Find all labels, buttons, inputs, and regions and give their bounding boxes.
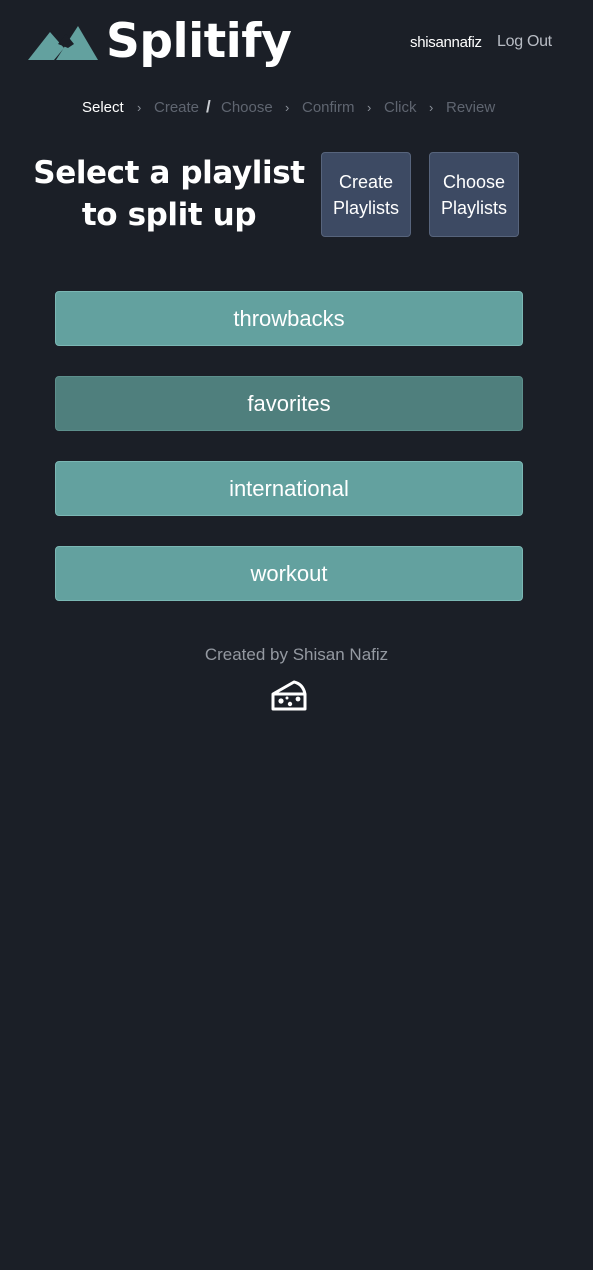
playlist-button-international[interactable]: international <box>55 461 523 516</box>
mountain-logo-icon <box>28 26 98 60</box>
slash-separator: / <box>206 97 211 116</box>
footer-credit: Created by Shisan Nafiz <box>204 645 389 664</box>
playlist-button-favorites[interactable]: favorites <box>55 376 523 431</box>
brand-title: Splitify <box>106 14 292 69</box>
chevron-right-icon: › <box>429 100 434 115</box>
create-playlists-button[interactable]: Create Playlists <box>321 152 411 237</box>
username: shisannafiz <box>410 34 482 51</box>
step-create: Create <box>154 99 200 116</box>
title-line-2: to split up <box>81 197 257 233</box>
title-line-1: Select a playlist <box>33 155 305 191</box>
step-click: Click <box>384 99 417 116</box>
step-select: Select <box>82 99 124 116</box>
steps-breadcrumb: Select › Create / Choose › Confirm › Cli… <box>0 97 593 118</box>
playlist-button-workout[interactable]: workout <box>55 546 523 601</box>
header: Splitify shisannafiz Log Out <box>0 0 593 90</box>
chevron-right-icon: › <box>367 100 372 115</box>
step-confirm: Confirm <box>302 99 355 116</box>
create-button-line-1: Create <box>338 171 393 192</box>
playlist-list: throwbacks favorites international worko… <box>55 291 523 631</box>
step-choose: Choose <box>221 99 273 116</box>
playlist-button-throwbacks[interactable]: throwbacks <box>55 291 523 346</box>
choose-button-line-1: Choose <box>442 171 506 192</box>
page: Splitify shisannafiz Log Out Select › Cr… <box>0 0 593 1270</box>
logout-link[interactable]: Log Out <box>497 33 552 51</box>
create-button-line-2: Playlists <box>332 197 399 218</box>
cheese-icon <box>271 680 307 711</box>
chevron-right-icon: › <box>285 100 290 115</box>
choose-playlists-button[interactable]: Choose Playlists <box>429 152 519 237</box>
page-title: Select a playlist to split up <box>28 152 310 236</box>
choose-button-line-2: Playlists <box>440 197 507 218</box>
step-review: Review <box>446 99 496 116</box>
chevron-right-icon: › <box>137 100 142 115</box>
